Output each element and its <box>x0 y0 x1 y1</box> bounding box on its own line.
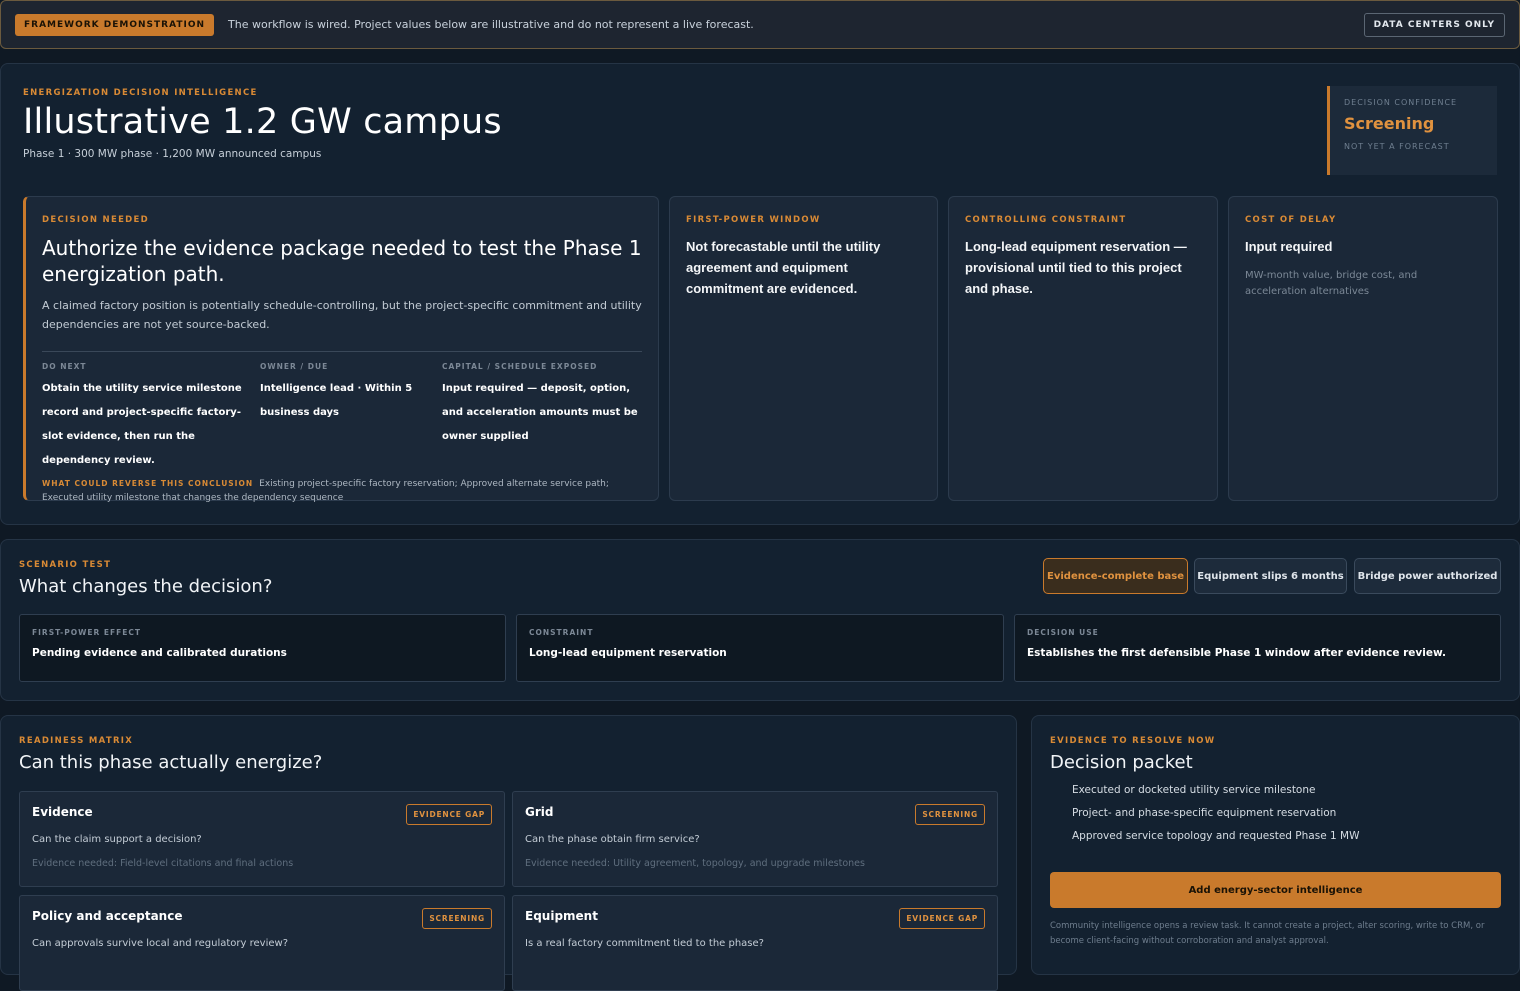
confidence-note: NOT YET A FORECAST <box>1344 142 1450 151</box>
policy-acceptance-card[interactable]: Policy and acceptance SCREENING Can appr… <box>19 895 505 991</box>
framework-demo-tag: FRAMEWORK DEMONSTRATION <box>15 13 215 36</box>
reverse-label: WHAT COULD REVERSE THIS CONCLUSION <box>42 478 254 488</box>
data-centers-only-button[interactable]: DATA CENTERS ONLY <box>1363 12 1505 37</box>
packet-eyebrow: EVIDENCE TO RESOLVE NOW <box>1050 736 1216 746</box>
confidence-value: Screening <box>1344 114 1435 133</box>
box-label: FIRST-POWER EFFECT <box>32 628 141 637</box>
scenario-panel: SCENARIO TEST What changes the decision?… <box>0 539 1520 701</box>
matrix-card-question: Can approvals survive local and regulato… <box>32 938 289 949</box>
packet-item: Approved service topology and requested … <box>1072 830 1360 842</box>
do-next-value: Obtain the utility service milestone rec… <box>42 382 242 466</box>
decision-confidence-box: DECISION CONFIDENCE Screening NOT YET A … <box>1327 86 1497 175</box>
card-headline: Long-lead equipment reservation — provis… <box>965 239 1187 296</box>
decision-title: Authorize the evidence package needed to… <box>42 236 642 286</box>
do-next-label: DO NEXT <box>42 361 87 371</box>
box-value: Pending evidence and calibrated duration… <box>32 647 287 659</box>
matrix-card-question: Is a real factory commitment tied to the… <box>525 938 764 949</box>
grid-card[interactable]: Grid SCREENING Can the phase obtain firm… <box>512 791 998 887</box>
status-badge: SCREENING <box>915 804 985 825</box>
equipment-card[interactable]: Equipment EVIDENCE GAP Is a real factory… <box>512 895 998 991</box>
demo-banner: FRAMEWORK DEMONSTRATION The workflow is … <box>0 0 1520 49</box>
box-label: DECISION USE <box>1027 628 1099 637</box>
card-eyebrow: COST OF DELAY <box>1245 215 1337 225</box>
card-headline: Input required <box>1245 239 1333 254</box>
card-headline: Not forecastable until the utility agree… <box>686 239 881 296</box>
decision-packet-panel: EVIDENCE TO RESOLVE NOW Decision packet … <box>1031 715 1520 975</box>
decision-text: A claimed factory position is potentiall… <box>42 299 642 332</box>
first-power-effect-box: FIRST-POWER EFFECT Pending evidence and … <box>19 614 506 682</box>
first-power-window-card: FIRST-POWER WINDOW Not forecastable unti… <box>669 196 938 501</box>
divider <box>42 350 642 352</box>
matrix-card-question: Can the claim support a decision? <box>32 834 202 845</box>
reverse-conclusion: WHAT COULD REVERSE THIS CONCLUSION Existi… <box>42 477 642 507</box>
packet-title: Decision packet <box>1050 752 1193 773</box>
evidence-complete-base-button[interactable]: Evidence-complete base <box>1043 558 1188 594</box>
cost-of-delay-card: COST OF DELAY Input required MW-month va… <box>1228 196 1498 501</box>
card-eyebrow: CONTROLLING CONSTRAINT <box>965 215 1127 225</box>
box-value: Long-lead equipment reservation <box>529 647 727 659</box>
hero-panel: ENERGIZATION DECISION INTELLIGENCE Illus… <box>0 63 1520 525</box>
hero-eyebrow: ENERGIZATION DECISION INTELLIGENCE <box>23 88 258 98</box>
capital-column: CAPITAL / SCHEDULE EXPOSED Input require… <box>442 362 638 473</box>
packet-item: Project- and phase-specific equipment re… <box>1072 807 1337 819</box>
packet-note: Community intelligence opens a review ta… <box>1050 921 1485 946</box>
equipment-slips-button[interactable]: Equipment slips 6 months <box>1194 558 1347 594</box>
capital-label: CAPITAL / SCHEDULE EXPOSED <box>442 361 598 371</box>
matrix-eyebrow: READINESS MATRIX <box>19 736 134 746</box>
box-value: Establishes the first defensible Phase 1… <box>1027 647 1446 659</box>
status-badge: EVIDENCE GAP <box>406 804 492 825</box>
status-badge: SCREENING <box>422 908 492 929</box>
bridge-power-button[interactable]: Bridge power authorized <box>1354 558 1501 594</box>
box-label: CONSTRAINT <box>529 628 594 637</box>
decision-details: DO NEXT Obtain the utility service miles… <box>42 362 642 473</box>
matrix-card-evidence: Evidence needed: Field-level citations a… <box>32 858 294 869</box>
packet-item: Executed or docketed utility service mil… <box>1072 784 1316 796</box>
decision-eyebrow: DECISION NEEDED <box>42 215 149 225</box>
decision-use-box: DECISION USE Establishes the first defen… <box>1014 614 1501 682</box>
controlling-constraint-card: CONTROLLING CONSTRAINT Long-lead equipme… <box>948 196 1218 501</box>
owner-label: OWNER / DUE <box>260 361 329 371</box>
capital-value: Input required — deposit, option, and ac… <box>442 382 638 442</box>
add-intelligence-button[interactable]: Add energy-sector intelligence <box>1050 872 1501 908</box>
matrix-card-evidence: Evidence needed: Utility agreement, topo… <box>525 858 865 869</box>
do-next-column: DO NEXT Obtain the utility service miles… <box>42 362 260 473</box>
confidence-label: DECISION CONFIDENCE <box>1344 98 1458 107</box>
decision-needed-card: DECISION NEEDED Authorize the evidence p… <box>23 196 659 503</box>
matrix-card-question: Can the phase obtain firm service? <box>525 834 700 845</box>
matrix-title: Can this phase actually energize? <box>19 752 323 773</box>
constraint-box: CONSTRAINT Long-lead equipment reservati… <box>516 614 1004 682</box>
owner-column: OWNER / DUE Intelligence lead · Within 5… <box>260 362 442 473</box>
page-subtitle: Phase 1 · 300 MW phase · 1,200 MW announ… <box>23 148 322 160</box>
card-eyebrow: FIRST-POWER WINDOW <box>686 215 821 225</box>
packet-list: Executed or docketed utility service mil… <box>1050 784 1501 842</box>
readiness-matrix-panel: READINESS MATRIX Can this phase actually… <box>0 715 1017 991</box>
status-badge: EVIDENCE GAP <box>899 908 985 929</box>
evidence-card[interactable]: Evidence EVIDENCE GAP Can the claim supp… <box>19 791 505 887</box>
owner-value: Intelligence lead · Within 5 business da… <box>260 382 413 418</box>
page-title: Illustrative 1.2 GW campus <box>23 102 502 142</box>
banner-message: The workflow is wired. Project values be… <box>228 18 754 31</box>
card-body: MW-month value, bridge cost, and acceler… <box>1245 269 1418 297</box>
